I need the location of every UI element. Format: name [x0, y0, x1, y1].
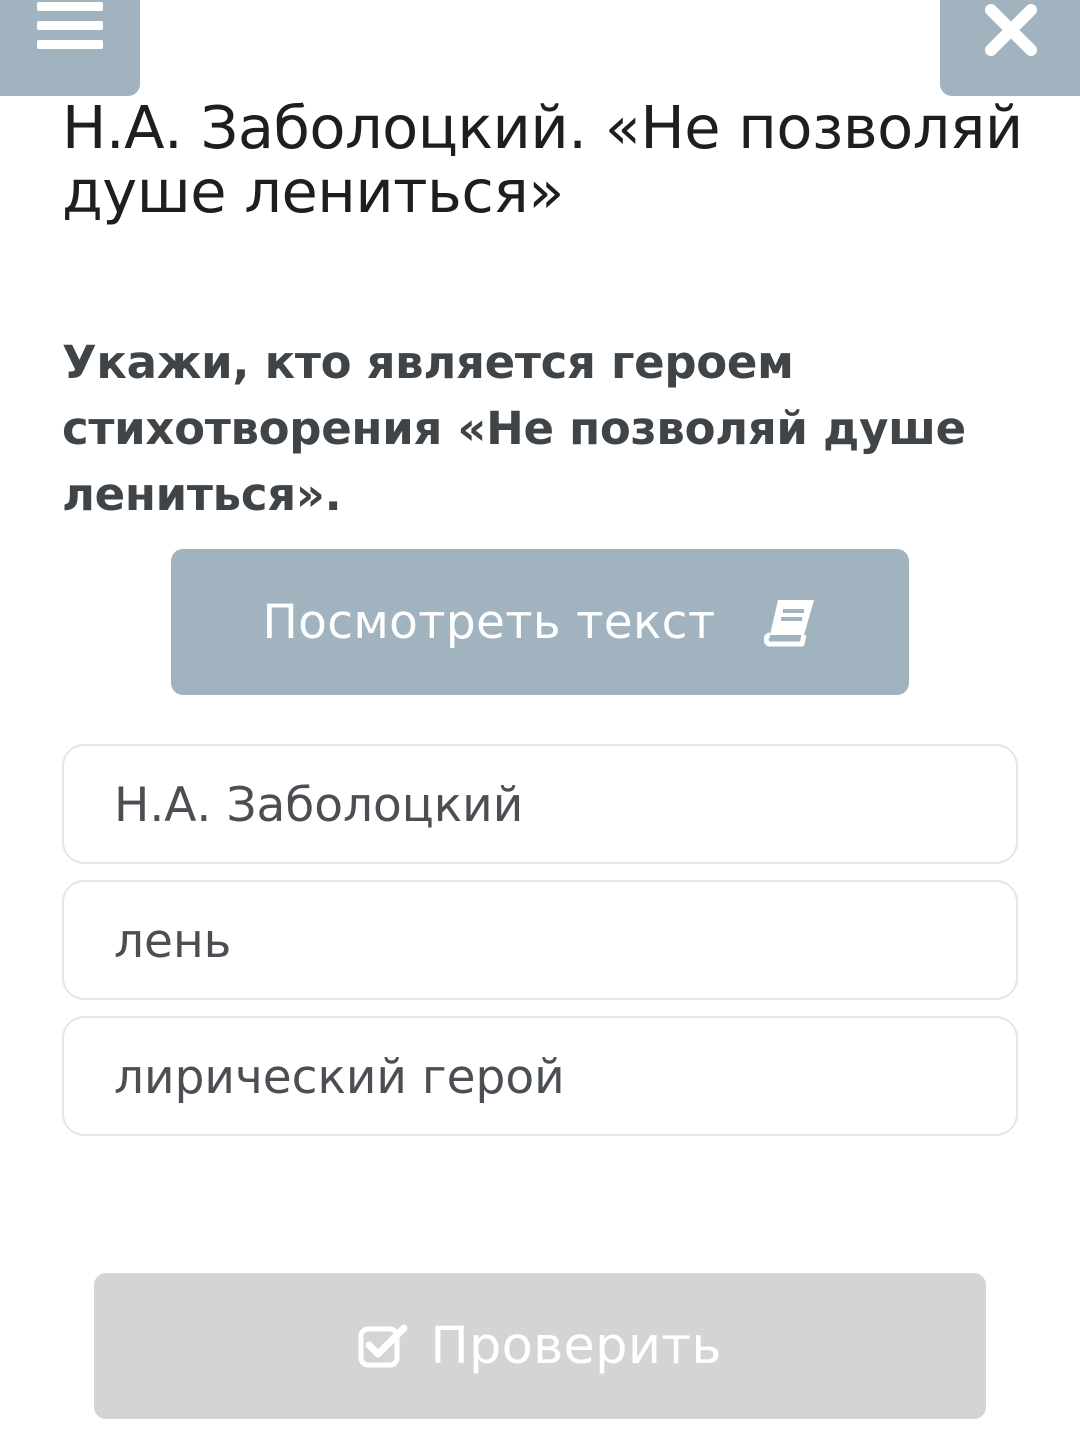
menu-button[interactable] [0, 0, 140, 96]
check-button-label: Проверить [430, 1316, 722, 1376]
view-text-button[interactable]: Посмотреть текст [171, 549, 909, 695]
answer-option-lyrical-hero[interactable]: лирический герой [62, 1016, 1018, 1136]
page-title: Н.А. Заболоцкий. «Не позволяй душе ленит… [62, 93, 1023, 226]
hamburger-menu-icon [37, 2, 103, 49]
answer-option-label: лень [114, 914, 232, 969]
answer-option-label: Н.А. Заболоцкий [114, 778, 524, 833]
answer-option-laziness[interactable]: лень [62, 880, 1018, 1000]
checkbox-check-icon [358, 1324, 408, 1368]
check-button[interactable]: Проверить [94, 1273, 986, 1419]
answer-option-zabolotsky[interactable]: Н.А. Заболоцкий [62, 744, 1018, 864]
question-text: Укажи, кто является героем стихотворения… [62, 336, 966, 521]
close-button[interactable] [940, 0, 1080, 96]
answer-option-label: лирический герой [114, 1050, 565, 1105]
view-text-label: Посмотреть текст [262, 594, 716, 650]
book-icon [763, 600, 814, 647]
close-icon [985, 4, 1037, 56]
